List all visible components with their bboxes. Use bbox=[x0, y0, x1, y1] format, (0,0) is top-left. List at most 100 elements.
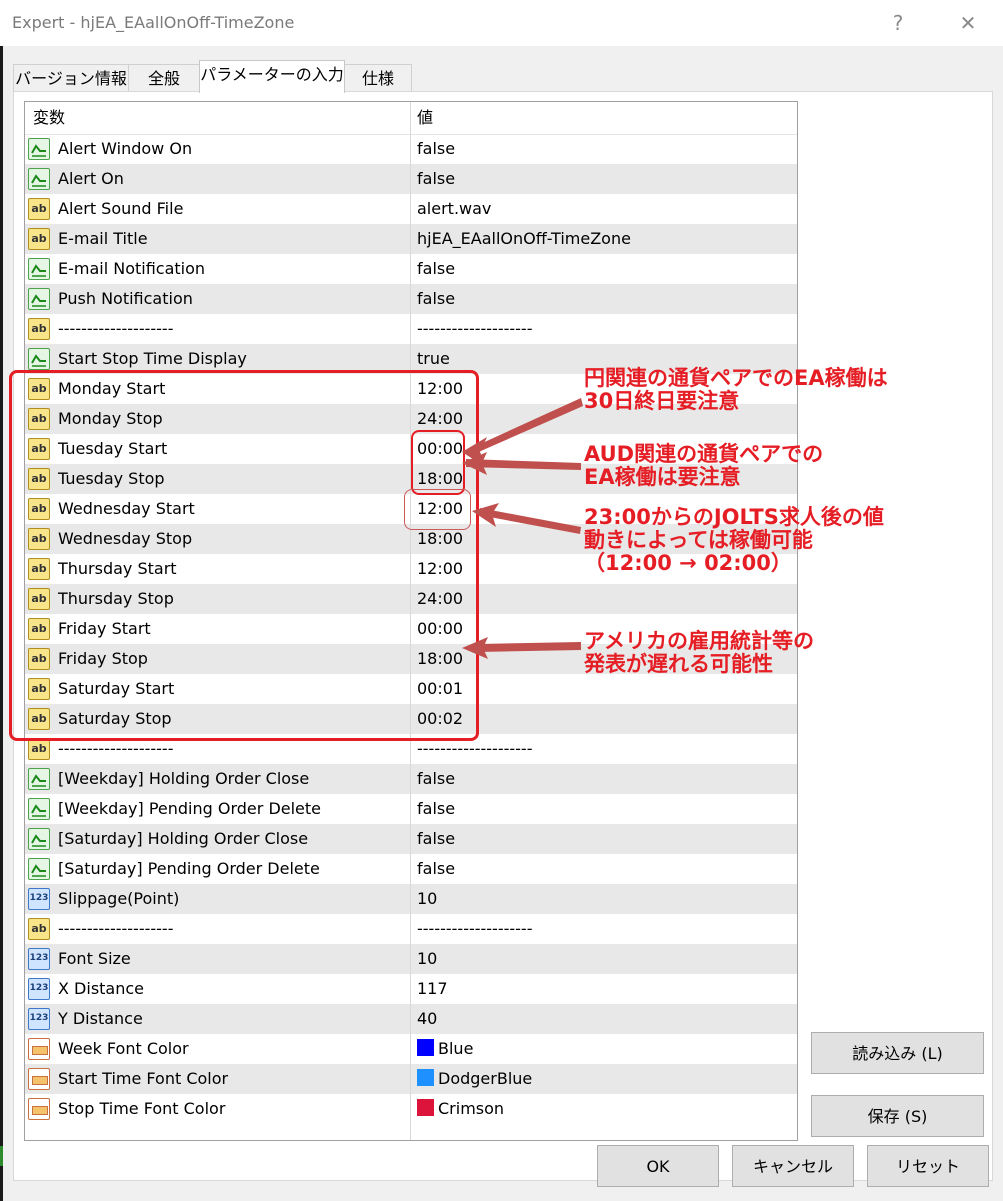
ok-button[interactable]: OK bbox=[597, 1145, 719, 1187]
param-value[interactable]: 10 bbox=[417, 884, 437, 914]
string-type-icon: ab bbox=[28, 588, 50, 610]
param-row[interactable]: ab Saturday Stop 00:02 bbox=[25, 704, 797, 734]
tab-parameters[interactable]: パラメーターの入力 bbox=[199, 60, 345, 93]
param-row[interactable]: 123 Slippage(Point) 10 bbox=[25, 884, 797, 914]
param-value[interactable]: hjEA_EAallOnOff-TimeZone bbox=[417, 224, 631, 254]
column-separator[interactable] bbox=[410, 102, 411, 1140]
param-value[interactable]: Blue bbox=[417, 1034, 473, 1064]
param-name: Y Distance bbox=[58, 1009, 143, 1028]
param-value[interactable]: false bbox=[417, 764, 455, 794]
integer-type-icon: 123 bbox=[28, 978, 50, 1000]
param-value-text: DodgerBlue bbox=[438, 1069, 533, 1088]
param-value[interactable]: 24:00 bbox=[417, 404, 463, 434]
param-value[interactable]: false bbox=[417, 134, 455, 164]
save-button[interactable]: 保存 (S) bbox=[811, 1095, 984, 1137]
param-value[interactable]: -------------------- bbox=[417, 914, 532, 944]
parameters-grid[interactable]: 変数 値 Alert Window On false Alert On false ab… bbox=[24, 101, 798, 1141]
header-value[interactable]: 値 bbox=[409, 102, 433, 134]
param-value[interactable]: 18:00 bbox=[417, 644, 463, 674]
load-button[interactable]: 読み込み (L) bbox=[811, 1032, 984, 1074]
param-value[interactable]: 00:02 bbox=[417, 704, 463, 734]
param-value[interactable]: 10 bbox=[417, 944, 437, 974]
param-value[interactable]: 00:01 bbox=[417, 674, 463, 704]
param-value[interactable]: alert.wav bbox=[417, 194, 491, 224]
string-type-icon: ab bbox=[28, 738, 50, 760]
param-name: Week Font Color bbox=[58, 1039, 189, 1058]
param-row[interactable]: ab -------------------- ------------------… bbox=[25, 314, 797, 344]
param-row[interactable]: E-mail Notification false bbox=[25, 254, 797, 284]
param-value[interactable]: false bbox=[417, 824, 455, 854]
help-button[interactable]: ? bbox=[883, 8, 913, 38]
param-value[interactable]: Crimson bbox=[417, 1094, 504, 1124]
param-name: Monday Start bbox=[58, 379, 166, 398]
param-value-text: 00:01 bbox=[417, 679, 464, 698]
color-swatch bbox=[417, 1069, 434, 1086]
bool-type-icon bbox=[28, 288, 50, 310]
param-value[interactable]: 117 bbox=[417, 974, 448, 1004]
tab-specs[interactable]: 仕様 bbox=[344, 64, 412, 92]
param-value[interactable]: 40 bbox=[417, 1004, 437, 1034]
param-row[interactable]: Start Time Font Color DodgerBlue bbox=[25, 1064, 797, 1094]
param-value[interactable]: 00:00 bbox=[417, 614, 463, 644]
integer-type-icon: 123 bbox=[28, 948, 50, 970]
color-swatch bbox=[417, 1099, 434, 1116]
header-variable[interactable]: 変数 bbox=[25, 102, 65, 134]
close-button[interactable]: ✕ bbox=[953, 8, 983, 38]
param-value[interactable]: DodgerBlue bbox=[417, 1064, 532, 1094]
param-name: Saturday Start bbox=[58, 679, 175, 698]
param-name: [Weekday] Pending Order Delete bbox=[58, 799, 322, 818]
param-row[interactable]: ab -------------------- ------------------… bbox=[25, 914, 797, 944]
param-value[interactable]: false bbox=[417, 164, 455, 194]
param-value[interactable]: false bbox=[417, 284, 455, 314]
param-name: Thursday Start bbox=[58, 559, 177, 578]
param-value-text: hjEA_EAallOnOff-TimeZone bbox=[417, 229, 631, 248]
param-row[interactable]: 123 Font Size 10 bbox=[25, 944, 797, 974]
param-row[interactable]: [Weekday] Holding Order Close false bbox=[25, 764, 797, 794]
param-row[interactable]: ab Alert Sound File alert.wav bbox=[25, 194, 797, 224]
param-value-text: false bbox=[417, 769, 456, 788]
param-row[interactable]: ab Thursday Stop 24:00 bbox=[25, 584, 797, 614]
param-value[interactable]: 24:00 bbox=[417, 584, 463, 614]
tab-general[interactable]: 全般 bbox=[128, 64, 200, 92]
string-type-icon: ab bbox=[28, 498, 50, 520]
param-row[interactable]: Push Notification false bbox=[25, 284, 797, 314]
param-value[interactable]: true bbox=[417, 344, 450, 374]
param-value[interactable]: 12:00 bbox=[417, 374, 463, 404]
param-row[interactable]: [Weekday] Pending Order Delete false bbox=[25, 794, 797, 824]
param-value[interactable]: 18:00 bbox=[417, 524, 463, 554]
param-row[interactable]: Alert Window On false bbox=[25, 134, 797, 164]
param-value-text: false bbox=[417, 169, 456, 188]
param-row[interactable]: 123 Y Distance 40 bbox=[25, 1004, 797, 1034]
param-value[interactable]: 12:00 bbox=[417, 494, 463, 524]
reset-button[interactable]: リセット bbox=[867, 1145, 989, 1187]
param-row[interactable]: Stop Time Font Color Crimson bbox=[25, 1094, 797, 1124]
param-row[interactable]: ab Saturday Start 00:01 bbox=[25, 674, 797, 704]
string-type-icon: ab bbox=[28, 678, 50, 700]
param-row[interactable]: [Saturday] Pending Order Delete false bbox=[25, 854, 797, 884]
param-name: Tuesday Start bbox=[58, 439, 168, 458]
param-value[interactable]: 18:00 bbox=[417, 464, 463, 494]
param-row[interactable]: Alert On false bbox=[25, 164, 797, 194]
param-value[interactable]: -------------------- bbox=[417, 314, 532, 344]
param-value-text: 12:00 bbox=[417, 499, 464, 518]
string-type-icon: ab bbox=[28, 468, 50, 490]
param-name: -------------------- bbox=[58, 919, 174, 938]
param-value[interactable]: false bbox=[417, 254, 455, 284]
param-value[interactable]: -------------------- bbox=[417, 734, 532, 764]
param-value[interactable]: 12:00 bbox=[417, 554, 463, 584]
param-value-text: false bbox=[417, 289, 456, 308]
param-name: Alert On bbox=[58, 169, 124, 188]
param-row[interactable]: Week Font Color Blue bbox=[25, 1034, 797, 1064]
param-value[interactable]: 00:00 bbox=[417, 434, 463, 464]
param-row[interactable]: [Saturday] Holding Order Close false bbox=[25, 824, 797, 854]
param-value-text: 24:00 bbox=[417, 409, 464, 428]
tab-version-info[interactable]: バージョン情報 bbox=[13, 64, 129, 92]
cancel-button[interactable]: キャンセル bbox=[732, 1145, 854, 1187]
param-value-text: Blue bbox=[438, 1039, 474, 1058]
param-row[interactable]: ab E-mail Title hjEA_EAallOnOff-TimeZone bbox=[25, 224, 797, 254]
param-row[interactable]: ab -------------------- ------------------… bbox=[25, 734, 797, 764]
param-row[interactable]: 123 X Distance 117 bbox=[25, 974, 797, 1004]
param-name: [Saturday] Pending Order Delete bbox=[58, 859, 320, 878]
param-value[interactable]: false bbox=[417, 854, 455, 884]
param-value[interactable]: false bbox=[417, 794, 455, 824]
